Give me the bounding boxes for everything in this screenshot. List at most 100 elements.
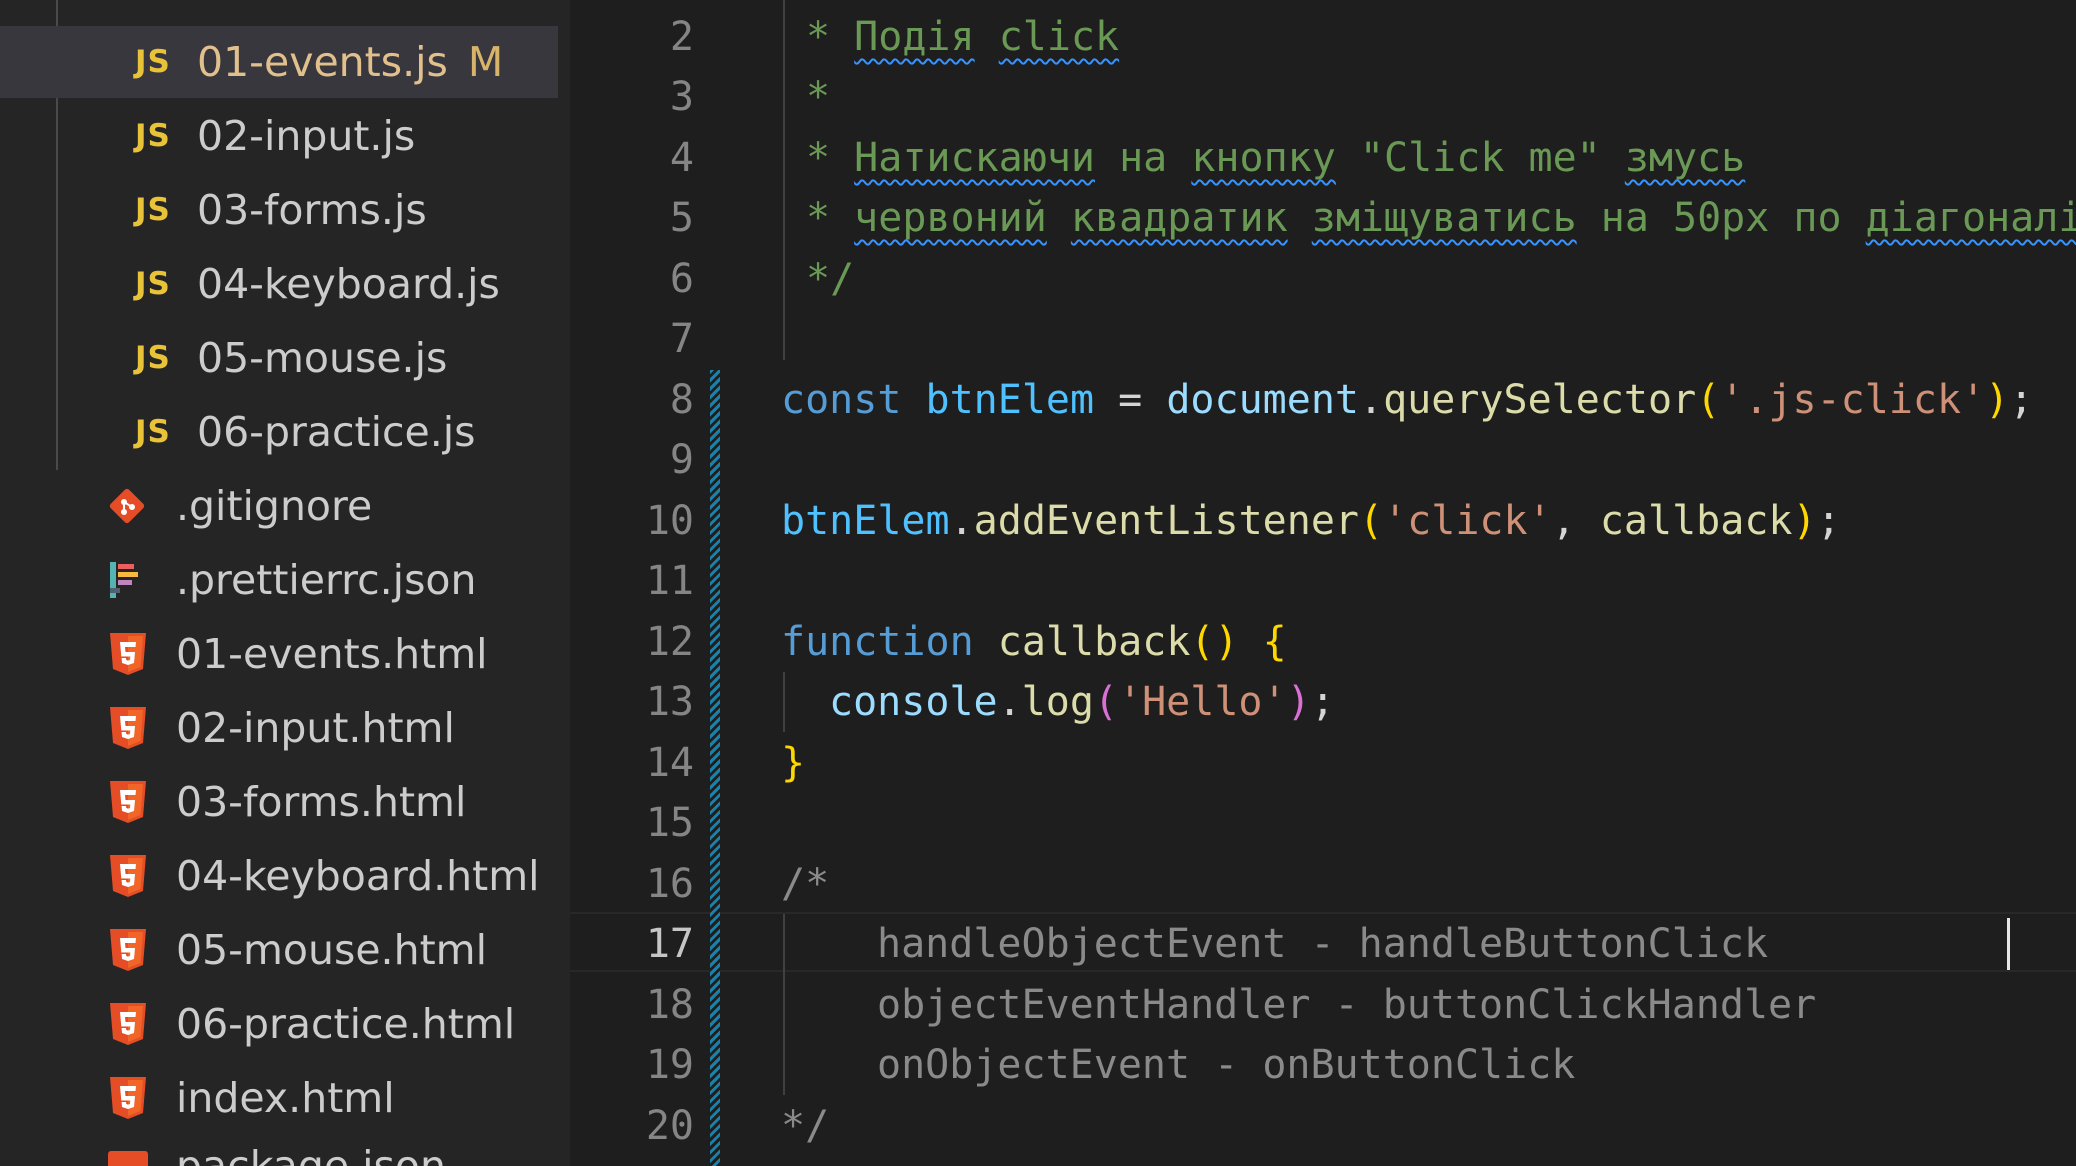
paren-token: ) (1792, 498, 1817, 544)
file-item-03-forms-js[interactable]: JS 03-forms.js (0, 174, 558, 246)
file-item-03-forms-html[interactable]: 03-forms.html (0, 766, 558, 838)
spell-warning-token: Натискаючи (854, 135, 1095, 181)
file-item-05-mouse-js[interactable]: JS 05-mouse.js (0, 322, 558, 394)
paren-token: ( (1358, 498, 1384, 544)
line-number: 14 (645, 740, 694, 786)
file-name: 06-practice.html (176, 1000, 516, 1048)
code-token: на 50px по (1576, 195, 1866, 241)
variable-token: btnElem (925, 377, 1095, 423)
code-line-4[interactable]: * Натискаючи на кнопку "Click me" змусь (806, 128, 1745, 188)
git-diff-indicator[interactable] (710, 370, 720, 1166)
code-line-16[interactable]: /* (781, 854, 829, 914)
function-token: callback (1599, 498, 1793, 544)
code-line-5[interactable]: * червоний квадратик зміщуватись на 50px… (806, 188, 2076, 248)
file-item-02-input-html[interactable]: 02-input.html (0, 692, 558, 764)
paren-token: ) (1985, 377, 2010, 423)
string-token: 'Hello' (1118, 679, 1287, 725)
file-item-gitignore[interactable]: .gitignore (0, 470, 558, 542)
code-token: , (1551, 498, 1600, 544)
file-item-06-practice-js[interactable]: JS 06-practice.js (0, 396, 558, 468)
line-number: 5 (669, 195, 694, 241)
file-item-02-input-js[interactable]: JS 02-input.js (0, 100, 558, 172)
spell-warning-token: зміщуватись (1311, 195, 1577, 241)
spell-warning-token: діагоналі (1865, 195, 2076, 241)
code-token: ; (1310, 679, 1335, 725)
file-item-index-html[interactable]: index.html (0, 1062, 558, 1134)
paren-token: ( (1696, 377, 1721, 423)
code-line-20[interactable]: */ (781, 1096, 829, 1156)
js-icon: JS (135, 44, 171, 80)
code-line-19[interactable]: onObjectEvent - onButtonClick (877, 1035, 1575, 1095)
line-number: 20 (645, 1103, 694, 1149)
line-number: 2 (669, 14, 694, 60)
text-cursor (2007, 918, 2010, 970)
file-name: 03-forms.js (197, 186, 427, 234)
line-number: 12 (645, 619, 694, 665)
git-icon (108, 487, 146, 525)
html5-icon (108, 705, 148, 751)
file-item-01-events-js[interactable]: JS 01-events.js M (0, 26, 558, 98)
file-item-package-json[interactable]: package.json (0, 1130, 558, 1166)
code-token: */ (806, 256, 855, 302)
file-name: 06-practice.js (197, 408, 476, 456)
code-token: . (949, 498, 974, 544)
comment-token: objectEventHandler - buttonClickHandler (877, 982, 1817, 1028)
modified-badge: M (467, 38, 504, 86)
line-number: 3 (669, 74, 694, 120)
paren-token: ) (1286, 679, 1311, 725)
spell-warning-token: змусь (1624, 135, 1746, 181)
code-line-3[interactable]: * (806, 67, 830, 127)
code-token: * (806, 74, 831, 120)
line-number: 10 (645, 498, 694, 544)
spell-warning-token: червоний (854, 195, 1047, 241)
spell-warning-token: click (998, 14, 1120, 60)
string-token: '.js-click' (1720, 377, 1986, 423)
code-line-17[interactable]: handleObjectEvent - handleButtonClick (877, 914, 1768, 974)
file-name: 03-forms.html (176, 778, 467, 826)
line-number: 13 (645, 679, 694, 725)
code-line-12[interactable]: function callback() { (781, 612, 1287, 672)
json-icon (108, 1151, 148, 1166)
js-icon: JS (135, 192, 171, 228)
file-item-06-practice-html[interactable]: 06-practice.html (0, 988, 558, 1060)
code-line-6[interactable]: */ (806, 249, 854, 309)
code-token: . (997, 679, 1022, 725)
line-number: 4 (669, 135, 694, 181)
brace-token: } (781, 740, 806, 786)
js-icon: JS (135, 118, 171, 154)
code-line-14[interactable]: } (781, 733, 805, 793)
brace-token: { (1262, 619, 1287, 665)
spell-warning-token: квадратик (1070, 195, 1288, 241)
html5-icon (108, 779, 148, 825)
indent-guide (783, 672, 785, 732)
file-item-05-mouse-html[interactable]: 05-mouse.html (0, 914, 558, 986)
variable-token: document (1166, 377, 1359, 423)
file-item-04-keyboard-js[interactable]: JS 04-keyboard.js (0, 248, 558, 320)
file-name: 05-mouse.html (176, 926, 487, 974)
comment-token: */ (781, 1103, 830, 1149)
line-number: 18 (645, 982, 694, 1028)
file-item-prettierrc-json[interactable]: .prettierrc.json (0, 544, 558, 616)
html5-icon (108, 853, 148, 899)
code-token: * (806, 135, 855, 181)
line-number-active: 17 (645, 921, 694, 967)
function-token: callback (997, 619, 1191, 665)
js-icon: JS (135, 414, 171, 450)
html5-icon (108, 1075, 148, 1121)
code-line-10[interactable]: btnElem.addEventListener('click', callba… (781, 491, 1841, 551)
code-line-18[interactable]: objectEventHandler - buttonClickHandler (877, 975, 1816, 1035)
code-editor[interactable]: 2 3 4 5 6 7 8 9 10 11 12 13 14 15 16 17 … (570, 0, 2076, 1166)
html5-icon (108, 1001, 148, 1047)
code-line-2[interactable]: * Подія click (806, 7, 1119, 67)
indent-guide (783, 914, 785, 1095)
function-token: log (1021, 679, 1094, 725)
file-name: 05-mouse.js (197, 334, 448, 382)
code-line-8[interactable]: const btnElem = document.querySelector('… (781, 370, 2033, 430)
file-item-04-keyboard-html[interactable]: 04-keyboard.html (0, 840, 558, 912)
file-item-01-events-html[interactable]: 01-events.html (0, 618, 558, 690)
code-line-13[interactable]: console.log('Hello'); (829, 672, 1335, 732)
html5-icon (108, 631, 148, 677)
js-icon: JS (135, 340, 171, 376)
